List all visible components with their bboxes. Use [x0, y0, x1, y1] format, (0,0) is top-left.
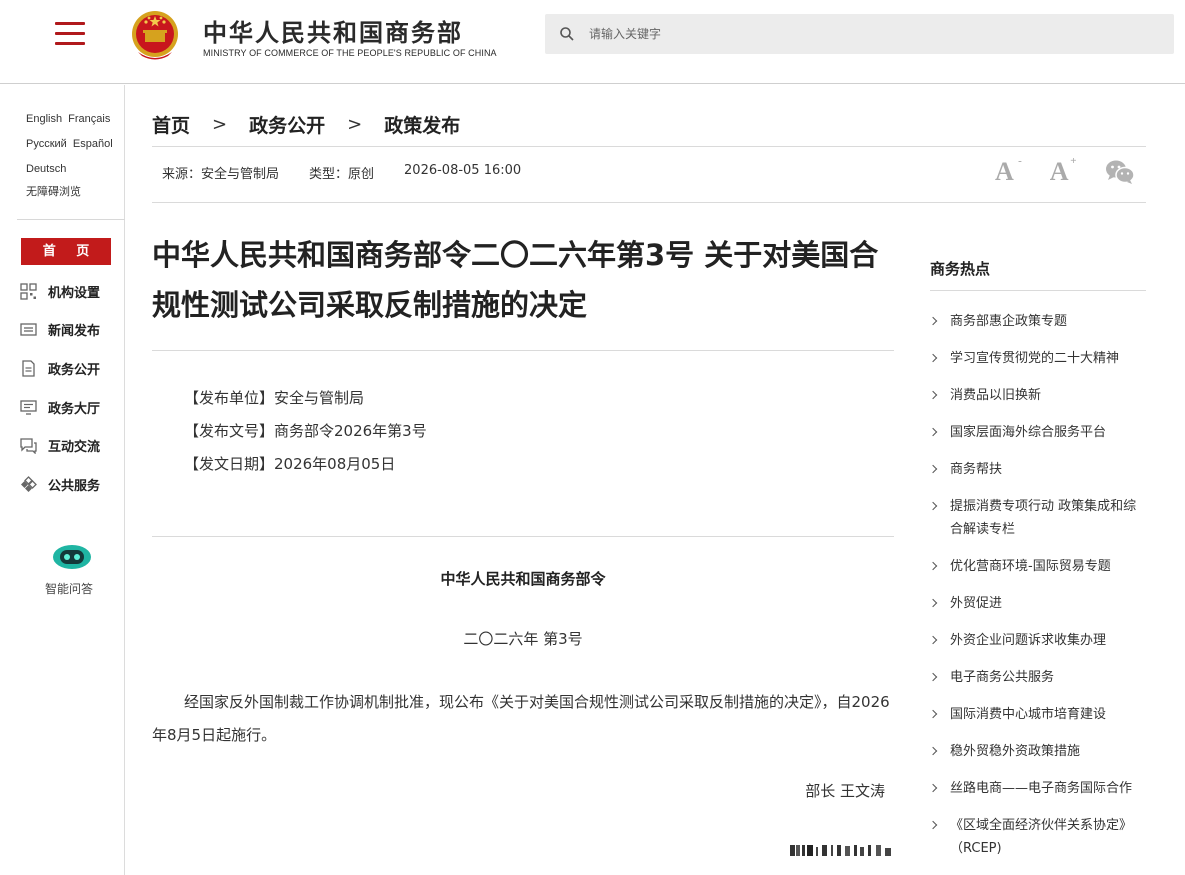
hotspot-item[interactable]: 国家层面海外综合服务平台: [930, 421, 1146, 444]
hotspot-item[interactable]: 电子商务公共服务: [930, 666, 1146, 689]
lang-german[interactable]: Deutsch: [26, 163, 66, 175]
meta-datetime: 2026-08-05 16:00: [404, 163, 522, 178]
lang-spanish[interactable]: Español: [73, 138, 113, 150]
lang-english[interactable]: English: [26, 113, 62, 125]
signature-date-mark: [790, 845, 891, 856]
article-meta: 来源：安全与管制局 类型：原创 2026-08-05 16:00: [162, 163, 551, 182]
left-sidebar: English Français Русский Español Deutsch…: [0, 85, 125, 875]
breadcrumb: 首页 > 政务公开 > 政策发布: [152, 110, 460, 138]
robot-assistant-icon[interactable]: [52, 543, 92, 571]
sidebar-item-news[interactable]: 新闻发布: [20, 318, 100, 340]
site-subtitle: MINISTRY OF COMMERCE OF THE PEOPLE'S REP…: [203, 48, 497, 58]
menu-icon[interactable]: [55, 22, 85, 46]
home-button[interactable]: 首 页: [21, 238, 111, 265]
sidebar-item-label: 政务公开: [48, 362, 101, 378]
accessibility-link[interactable]: 无障碍浏览: [26, 182, 119, 202]
lang-russian[interactable]: Русский: [26, 138, 67, 150]
sidebar-item-interaction[interactable]: 互动交流: [20, 434, 100, 456]
search-icon[interactable]: [559, 26, 575, 42]
wechat-share-icon[interactable]: [1105, 159, 1135, 185]
article-paragraph: 经国家反外国制裁工作协调机制批准，现公布《关于对美国合规性测试公司采取反制措施的…: [152, 693, 890, 744]
divider: [17, 219, 125, 220]
search-input[interactable]: [589, 22, 1149, 46]
hotspot-list: 商务部惠企政策专题 学习宣传贯彻党的二十大精神 消费品以旧换新 国家层面海外综合…: [930, 310, 1146, 874]
article-info: 【发布单位】安全与管制局 【发布文号】商务部令2026年第3号 【发文日期】20…: [184, 382, 427, 481]
breadcrumb-home[interactable]: 首页: [152, 111, 190, 138]
language-links: English Français Русский Español Deutsch…: [26, 107, 122, 202]
sidebar-item-public-service[interactable]: 公共服务: [20, 473, 100, 495]
signature: 部长 王文涛: [805, 782, 885, 800]
divider: [152, 202, 1146, 203]
chat-icon: [20, 437, 37, 454]
hotspot-item[interactable]: 学习宣传贯彻党的二十大精神: [930, 347, 1146, 370]
info-doc-number: 【发布文号】商务部令2026年第3号: [184, 422, 427, 440]
news-icon: [20, 322, 37, 336]
sidebar-item-label: 互动交流: [48, 439, 101, 455]
hotspot-item[interactable]: 稳外贸稳外资政策措施: [930, 740, 1146, 763]
chevron-right-icon: >: [212, 113, 228, 135]
document-number: 二〇二六年 第3号: [463, 630, 583, 648]
hotspot-item[interactable]: 商务帮扶: [930, 458, 1146, 481]
search-bar: [545, 14, 1174, 54]
lang-french[interactable]: Français: [68, 113, 110, 125]
divider: [152, 146, 1146, 147]
sidebar-item-label: 政务大厅: [48, 401, 101, 417]
info-issuer: 【发布单位】安全与管制局: [184, 389, 365, 407]
hotspot-item[interactable]: 外资企业问题诉求收集办理: [930, 629, 1146, 652]
document-icon: [22, 359, 35, 377]
meta-source: 来源：安全与管制局: [162, 167, 280, 182]
article-title: 中华人民共和国商务部令二〇二六年第3号 关于对美国合规性测试公司采取反制措施的决…: [152, 238, 879, 322]
sidebar-item-gov-affairs[interactable]: 政务公开: [20, 357, 100, 379]
site-title: 中华人民共和国商务部: [203, 19, 463, 47]
hotspot-item[interactable]: 国际消费中心城市培育建设: [930, 703, 1146, 726]
assistant-label[interactable]: 智能问答: [45, 580, 93, 597]
site-header: 中华人民共和国商务部 MINISTRY OF COMMERCE OF THE P…: [0, 0, 1185, 84]
hotspot-item[interactable]: 外贸促进: [930, 592, 1146, 615]
meta-type: 类型：原创: [309, 167, 375, 182]
sidebar-item-label: 机构设置: [48, 285, 101, 301]
article-tools: A- A +: [995, 155, 1135, 187]
info-issue-date: 【发文日期】2026年08月05日: [184, 455, 396, 473]
sidebar-item-organization[interactable]: 机构设置: [20, 280, 100, 302]
divider: [152, 350, 894, 351]
monitor-icon: [20, 399, 37, 415]
divider: [930, 290, 1146, 291]
breadcrumb-policy[interactable]: 政策发布: [384, 111, 460, 138]
hotspot-title: 商务热点: [930, 260, 991, 278]
hotspot-item[interactable]: 《区域全面经济伙伴关系协定》（RCEP): [930, 814, 1146, 860]
hotspot-item[interactable]: 提振消费专项行动 政策集成和综合解读专栏: [930, 495, 1146, 541]
national-emblem-icon[interactable]: [128, 8, 182, 64]
chevron-right-icon: >: [347, 113, 363, 135]
breadcrumb-gov-affairs[interactable]: 政务公开: [249, 111, 325, 138]
hotspot-item[interactable]: 商务部惠企政策专题: [930, 310, 1146, 333]
grid-icon: [20, 282, 37, 300]
sidebar-item-label: 新闻发布: [48, 323, 101, 339]
hotspot-item[interactable]: 消费品以旧换新: [930, 384, 1146, 407]
hotspot-item[interactable]: 丝路电商——电子商务国际合作: [930, 777, 1146, 800]
service-icon: [21, 475, 37, 492]
font-decrease-icon[interactable]: A-: [995, 155, 1022, 187]
sidebar-item-service-hall[interactable]: 政务大厅: [20, 396, 100, 418]
document-header: 中华人民共和国商务部令: [440, 570, 606, 588]
font-increase-icon[interactable]: A +: [1050, 155, 1077, 187]
hotspot-item[interactable]: 优化营商环境-国际贸易专题: [930, 555, 1146, 578]
divider: [152, 536, 894, 537]
sidebar-item-label: 公共服务: [48, 478, 101, 494]
